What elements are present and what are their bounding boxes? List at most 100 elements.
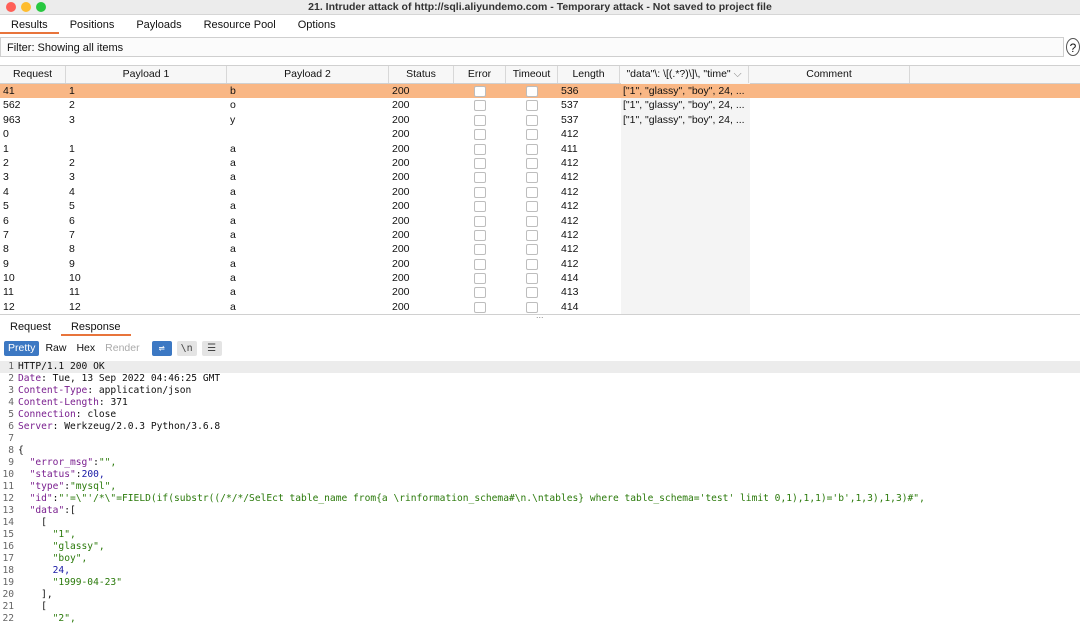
cell-comment (749, 257, 910, 271)
timeout-checkbox (526, 244, 538, 256)
cell-payload-2: a (230, 185, 236, 198)
render-button[interactable]: Render (101, 341, 143, 356)
cell-payload-2: a (230, 243, 236, 256)
col-error[interactable]: Error (454, 66, 506, 83)
timeout-checkbox (526, 186, 538, 198)
error-checkbox (474, 273, 486, 285)
col-payload-1[interactable]: Payload 1 (66, 66, 227, 83)
table-row[interactable]: 10 10 a 200 414 (0, 271, 1080, 285)
cell-status: 200 (392, 200, 410, 213)
table-row[interactable]: 11 11 a 200 413 (0, 285, 1080, 299)
col-status[interactable]: Status (389, 66, 454, 83)
line-number: 21 (2, 601, 14, 612)
cell-error (454, 300, 506, 314)
line-content: "status":200, (29, 469, 105, 480)
table-row[interactable]: 9 9 a 200 412 (0, 257, 1080, 271)
code-line: 22 "2", (0, 613, 1080, 625)
line-content: Date: Tue, 13 Sep 2022 04:46:25 GMT (18, 373, 221, 384)
table-row[interactable]: 3 3 a 200 412 (0, 170, 1080, 184)
line-content: "boy", (18, 553, 88, 564)
col-comment[interactable]: Comment (749, 66, 910, 83)
line-content: ], (18, 589, 53, 600)
tab-resource-pool[interactable]: Resource Pool (193, 16, 287, 34)
cell-error (454, 285, 506, 299)
response-editor[interactable]: 1 HTTP/1.1 200 OK 2 Date: Tue, 13 Sep 2022 … (0, 361, 1080, 630)
timeout-checkbox (526, 215, 538, 227)
cell-payload-2: a (230, 156, 236, 169)
code-line: 4 Content-Length: 371 (0, 397, 1080, 409)
col-payload-2[interactable]: Payload 2 (227, 66, 389, 83)
table-row[interactable]: 6 6 a 200 412 (0, 214, 1080, 228)
cell-error (454, 199, 506, 213)
menu-icon[interactable]: ☰ (201, 340, 222, 356)
cell-payload-1: 12 (69, 300, 81, 313)
tab-request[interactable]: Request (0, 318, 61, 336)
wrap-lines-icon[interactable]: ⇌ (151, 340, 172, 356)
line-number: 18 (2, 565, 14, 576)
table-row[interactable]: 7 7 a 200 412 (0, 228, 1080, 242)
line-content: [ (18, 517, 47, 528)
line-content: "id":"'=\"'/*\"=FIELD(if(substr((/*/*/Se… (29, 493, 925, 504)
help-icon[interactable]: ? (1066, 38, 1080, 56)
code-line: 10 "status":200, (0, 469, 1080, 481)
line-number: 15 (2, 529, 14, 540)
tab-payloads[interactable]: Payloads (125, 16, 192, 34)
cell-error (454, 257, 506, 271)
error-checkbox (474, 215, 486, 227)
code-line: 19 "1999-04-23" (0, 577, 1080, 589)
code-line: 14 [ (0, 517, 1080, 529)
table-row[interactable]: 41 1 b 200 536 ["1", "glassy", "boy", 24, ... (0, 84, 1080, 99)
cell-extract (620, 199, 749, 213)
cell-extract (620, 242, 749, 256)
cell-error (454, 228, 506, 242)
cell-comment (749, 271, 910, 285)
line-content: "type":"mysql", (29, 481, 117, 492)
line-number: 22 (2, 613, 14, 624)
col-length[interactable]: Length (558, 66, 620, 83)
tab-results[interactable]: Results (0, 16, 59, 34)
cell-payload-1: 3 (69, 171, 75, 184)
cell-status: 200 (392, 99, 410, 112)
raw-button[interactable]: Raw (41, 341, 70, 356)
timeout-checkbox (526, 143, 538, 155)
tab-positions[interactable]: Positions (59, 16, 126, 34)
cell-comment (749, 156, 910, 170)
table-row[interactable]: 8 8 a 200 412 (0, 242, 1080, 256)
line-number: 11 (2, 481, 14, 492)
tab-options[interactable]: Options (287, 16, 347, 34)
error-checkbox (474, 172, 486, 184)
show-newlines-icon[interactable]: \n (176, 340, 197, 356)
table-row[interactable]: 0 200 412 (0, 127, 1080, 141)
hex-button[interactable]: Hex (72, 341, 99, 356)
table-row[interactable]: 963 3 y 200 537 ["1", "glassy", "boy", 24, ..… (0, 113, 1080, 127)
cell-error (454, 170, 506, 184)
cell-status: 200 (392, 300, 410, 313)
tab-response[interactable]: Response (60, 318, 131, 336)
cell-payload-2: a (230, 286, 236, 299)
cell-timeout (506, 185, 558, 199)
pretty-button[interactable]: Pretty (4, 340, 40, 356)
col-request[interactable]: Request (0, 66, 66, 83)
cell-payload-1: 5 (69, 200, 75, 213)
cell-extract (620, 285, 749, 299)
split-handle[interactable]: ... (536, 310, 544, 320)
cell-payload-2: b (230, 85, 236, 97)
filter-bar[interactable]: Filter: Showing all items (0, 37, 1064, 57)
table-row[interactable]: 1 1 a 200 411 (0, 142, 1080, 156)
table-row[interactable]: 4 4 a 200 412 (0, 185, 1080, 199)
line-content: Content-Type: application/json (18, 385, 192, 396)
table-row[interactable]: 562 2 o 200 537 ["1", "glassy", "boy", 24, ..… (0, 98, 1080, 112)
line-content: "error_msg":"", (29, 457, 117, 468)
col-extract[interactable]: "data"\: \[(.*?)\]\, "time" ⌵ (620, 66, 749, 83)
table-row[interactable]: 5 5 a 200 412 (0, 199, 1080, 213)
error-checkbox (474, 129, 486, 141)
cell-timeout (506, 113, 558, 127)
table-row[interactable]: 2 2 a 200 412 (0, 156, 1080, 170)
cell-extract: ["1", "glassy", "boy", 24, ... (623, 85, 745, 97)
col-timeout[interactable]: Timeout (506, 66, 558, 83)
timeout-checkbox (526, 86, 538, 97)
cell-payload-2: a (230, 171, 236, 184)
cell-payload-1: 1 (69, 85, 75, 97)
timeout-checkbox (526, 258, 538, 270)
line-number: 10 (2, 469, 14, 480)
